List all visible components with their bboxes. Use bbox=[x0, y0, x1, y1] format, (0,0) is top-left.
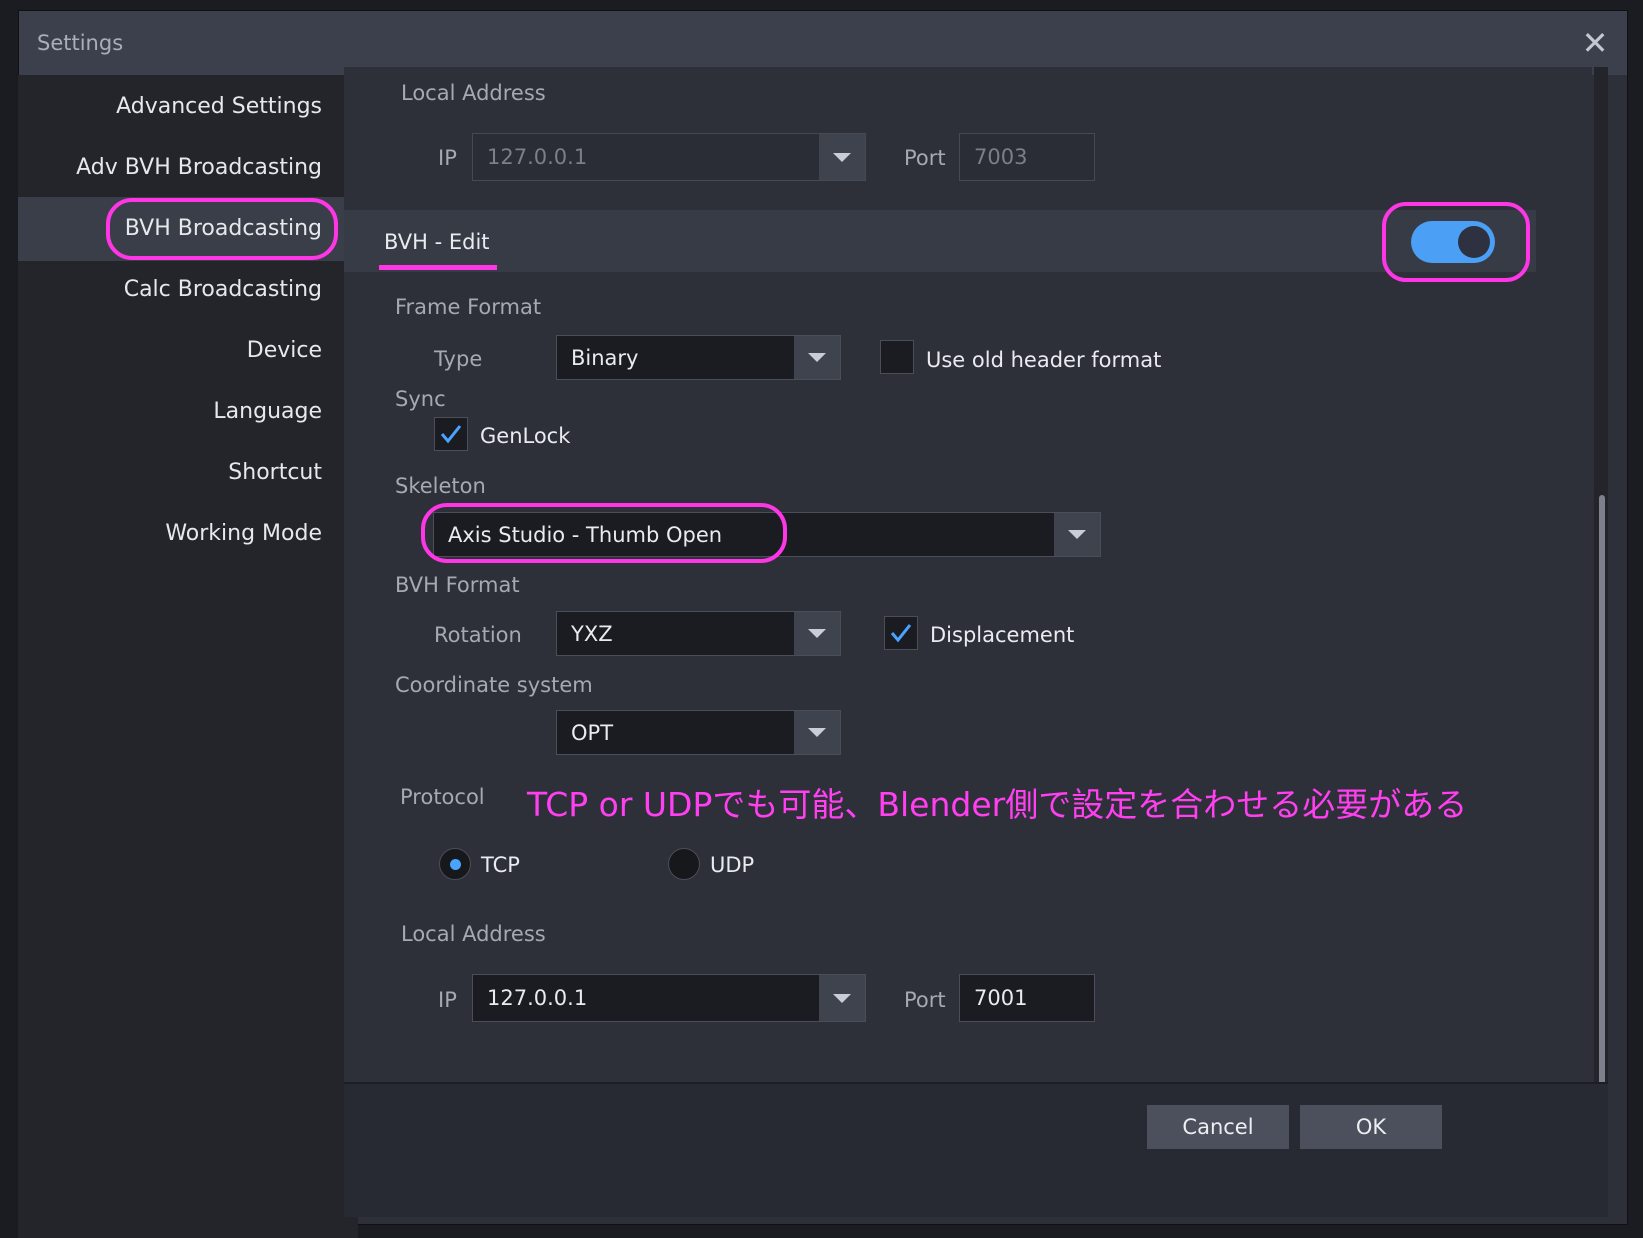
protocol-heading: Protocol bbox=[400, 785, 485, 809]
chevron-down-icon[interactable] bbox=[794, 336, 840, 379]
scrollbar-thumb[interactable] bbox=[1599, 495, 1605, 1085]
close-icon[interactable]: ✕ bbox=[1577, 25, 1613, 61]
coordinate-dropdown[interactable]: OPT bbox=[556, 710, 841, 755]
sidebar-item-advanced-settings[interactable]: Advanced Settings bbox=[18, 75, 358, 139]
bottom-port-value: 7001 bbox=[974, 986, 1028, 1010]
sidebar-item-bvh-broadcasting[interactable]: BVH Broadcasting bbox=[18, 197, 358, 261]
skeleton-dropdown[interactable]: Axis Studio - Thumb Open bbox=[433, 512, 1101, 557]
genlock-checkbox[interactable] bbox=[434, 417, 468, 451]
chevron-down-icon[interactable] bbox=[1054, 513, 1100, 556]
sidebar-item-language[interactable]: Language bbox=[18, 380, 358, 444]
top-ip-dropdown[interactable]: 127.0.0.1 bbox=[472, 133, 866, 181]
displacement-label: Displacement bbox=[930, 623, 1075, 647]
chevron-down-icon[interactable] bbox=[794, 612, 840, 655]
ok-button[interactable]: OK bbox=[1300, 1105, 1442, 1149]
bottom-port-input[interactable]: 7001 bbox=[959, 974, 1095, 1022]
skeleton-value: Axis Studio - Thumb Open bbox=[448, 522, 723, 547]
sidebar-item-adv-bvh-broadcasting[interactable]: Adv BVH Broadcasting bbox=[18, 136, 358, 200]
cancel-button[interactable]: Cancel bbox=[1147, 1105, 1289, 1149]
protocol-annotation: TCP or UDPでも可能、Blender側で設定を合わせる必要がある bbox=[527, 785, 1468, 824]
bottom-local-address-heading: Local Address bbox=[401, 922, 546, 946]
udp-radio[interactable] bbox=[668, 848, 700, 880]
frame-format-heading: Frame Format bbox=[395, 295, 542, 319]
top-port-label: Port bbox=[904, 146, 946, 170]
sidebar-item-working-mode[interactable]: Working Mode bbox=[18, 502, 358, 566]
sync-heading: Sync bbox=[395, 387, 446, 411]
old-header-checkbox[interactable] bbox=[880, 340, 914, 374]
sidebar: Advanced Settings Adv BVH Broadcasting B… bbox=[18, 75, 358, 1238]
dialog-footer bbox=[344, 1082, 1608, 1217]
displacement-checkbox[interactable] bbox=[884, 616, 918, 650]
radio-selected-dot bbox=[449, 858, 461, 870]
chevron-down-icon[interactable] bbox=[819, 975, 865, 1021]
rotation-value: YXZ bbox=[571, 621, 613, 646]
bottom-ip-value: 127.0.0.1 bbox=[487, 986, 588, 1010]
tab-underline bbox=[379, 265, 497, 270]
old-header-label: Use old header format bbox=[926, 348, 1162, 372]
coordinate-heading: Coordinate system bbox=[395, 673, 593, 697]
coordinate-value: OPT bbox=[571, 720, 614, 745]
skeleton-heading: Skeleton bbox=[395, 474, 486, 498]
chevron-down-icon[interactable] bbox=[794, 711, 840, 754]
enable-toggle[interactable] bbox=[1411, 221, 1495, 263]
top-ip-value: 127.0.0.1 bbox=[487, 145, 588, 169]
section-header bbox=[344, 210, 1536, 272]
top-port-value: 7003 bbox=[974, 145, 1028, 169]
bvh-format-heading: BVH Format bbox=[395, 573, 520, 597]
tcp-radio[interactable] bbox=[439, 848, 471, 880]
sidebar-item-device[interactable]: Device bbox=[18, 319, 358, 383]
type-value: Binary bbox=[571, 345, 639, 370]
sidebar-item-calc-broadcasting[interactable]: Calc Broadcasting bbox=[18, 258, 358, 322]
bottom-ip-label: IP bbox=[438, 988, 457, 1012]
toggle-knob bbox=[1458, 226, 1490, 258]
top-port-input[interactable]: 7003 bbox=[959, 133, 1095, 181]
tab-bvh-edit[interactable]: BVH - Edit bbox=[384, 230, 490, 254]
chevron-down-icon[interactable] bbox=[819, 134, 865, 180]
title-bar: Settings ✕ bbox=[19, 11, 1627, 75]
check-icon bbox=[890, 624, 912, 643]
bottom-ip-dropdown[interactable]: 127.0.0.1 bbox=[472, 974, 866, 1022]
type-label: Type bbox=[434, 347, 483, 371]
type-dropdown[interactable]: Binary bbox=[556, 335, 841, 380]
top-ip-label: IP bbox=[438, 146, 457, 170]
tcp-label: TCP bbox=[481, 853, 520, 877]
top-local-address-heading: Local Address bbox=[401, 81, 546, 105]
genlock-label: GenLock bbox=[480, 424, 571, 448]
rotation-dropdown[interactable]: YXZ bbox=[556, 611, 841, 656]
rotation-label: Rotation bbox=[434, 623, 522, 647]
udp-label: UDP bbox=[710, 853, 755, 877]
window-title: Settings bbox=[37, 31, 124, 55]
bottom-port-label: Port bbox=[904, 988, 946, 1012]
check-icon bbox=[440, 425, 462, 444]
sidebar-item-shortcut[interactable]: Shortcut bbox=[18, 441, 358, 505]
